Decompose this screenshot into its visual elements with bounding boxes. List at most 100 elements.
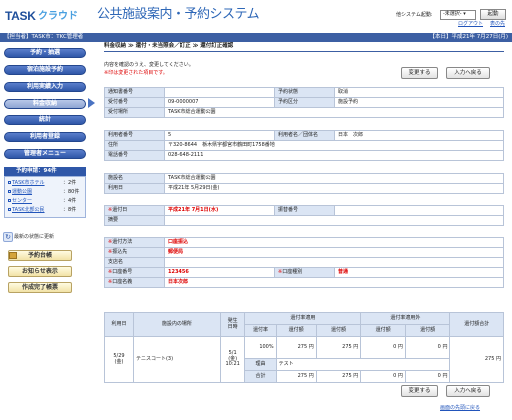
- receipt-no-label: 受付番号: [104, 97, 165, 108]
- pending-requests-list: TASK市ホテル ：2件 運動公園 ：80件 センター ：4件 TASK北部公民 ：8件: [4, 176, 86, 218]
- reservation-type-label: 予約区分: [274, 97, 335, 108]
- pending-item-icon: [8, 199, 11, 202]
- calendar-icon: [9, 252, 17, 259]
- receipt-place-value: TASK市総合運動公園: [164, 107, 504, 118]
- user-info-table: 利用者番号 5 利用者名／団体名 日本 次郎 住所 〒320-8644 栃木県宇…: [104, 130, 504, 161]
- refresh-icon[interactable]: ↻: [3, 232, 13, 242]
- col-usage-date: 利用日: [104, 312, 134, 337]
- remark-value: [164, 215, 504, 226]
- menu-fee-collection[interactable]: 料金収納: [4, 99, 86, 109]
- table-top-link[interactable]: 表の先: [490, 21, 505, 28]
- sum-label: 合計: [244, 370, 277, 383]
- col-rate: 還付率: [244, 324, 277, 337]
- account-name-value: 日本次郎: [164, 277, 504, 288]
- row-occurrence-line3: 10:21: [225, 361, 240, 368]
- receipt-no-value: 09-0000007: [164, 97, 275, 108]
- other-system-select[interactable]: -未選択- ▾: [440, 10, 476, 20]
- account-no-label-text: 口座番号: [112, 268, 133, 275]
- current-user: 【担当者】TASK市：TKC管理者: [4, 34, 84, 40]
- pending-item-count: ：4件: [63, 198, 77, 204]
- bank-value: 郵便局: [164, 247, 504, 258]
- facility-value: TASK市総合運動公園: [164, 173, 504, 184]
- menu-user-registration[interactable]: 利用者登録: [4, 132, 86, 142]
- change-button[interactable]: 変更する: [401, 67, 438, 79]
- reason-value: テスト: [275, 358, 451, 371]
- facility-label: 施設名: [104, 173, 165, 184]
- branch-label: 支店名: [104, 257, 165, 268]
- menu-usage-input[interactable]: 利用実績入力: [4, 82, 86, 92]
- notice-no-label: 通知書番号: [104, 87, 165, 98]
- change-button-bottom[interactable]: 変更する: [401, 385, 438, 397]
- completed-forms-button[interactable]: 作成完了帳票: [8, 282, 72, 293]
- user-no-value: 5: [164, 130, 275, 141]
- breadcrumb-current: 還付訂正確認: [200, 43, 234, 49]
- account-no-label: ※口座番号: [104, 267, 165, 278]
- user-name-value: 日本 次郎: [334, 130, 504, 141]
- row-refund-amount-na: 0 円: [360, 336, 406, 359]
- back-to-input-button[interactable]: 入力へ戻る: [446, 67, 490, 79]
- pending-item[interactable]: TASK市ホテル ：2件: [8, 180, 84, 187]
- sum-amount: 275 円: [315, 370, 362, 383]
- back-to-top-link[interactable]: 画面の先頭に戻る: [440, 405, 480, 412]
- branch-value: [164, 257, 504, 268]
- pending-requests-title: 予約申請：94件: [4, 167, 86, 176]
- pending-item-name[interactable]: センター: [12, 198, 32, 204]
- refund-date-table: ※還付日 平成21年 7月1日(水) 振替番号 摘要: [104, 205, 504, 226]
- facility-info-table: 施設名 TASK市総合運動公園 利用日 平成21年 5月29日(金): [104, 173, 504, 194]
- bank-label-text: 振込先: [112, 248, 128, 255]
- row-refund-amount: 275 円: [275, 336, 317, 359]
- breadcrumb: 料金収納 ≫ 還付・未当照会／訂正 ≫ 還付訂正確認: [104, 43, 233, 49]
- remark-label: 摘要: [104, 215, 165, 226]
- reason-label: 理由: [244, 358, 277, 371]
- row-amount: 275 円: [315, 336, 362, 359]
- menu-admin[interactable]: 管理者メニュー: [4, 149, 86, 159]
- notice-display-button[interactable]: お知らせ表示: [8, 266, 72, 277]
- sum-amount-na: 0 円: [404, 370, 451, 383]
- pending-item[interactable]: センター ：4件: [8, 198, 84, 205]
- pending-item-name[interactable]: 運動公園: [12, 189, 32, 195]
- pending-item-count: ：2件: [63, 180, 77, 186]
- pending-item-icon: [8, 190, 11, 193]
- pending-item-name[interactable]: TASK北部公民: [12, 207, 45, 213]
- pending-item[interactable]: 運動公園 ：80件: [8, 189, 84, 196]
- other-system-label: 他システム起動:: [396, 12, 433, 18]
- address-label: 住所: [104, 140, 165, 151]
- refund-date-label: ※還付日: [104, 205, 165, 216]
- other-system-select-value: -未選択-: [443, 11, 462, 17]
- logo-cloud: クラウド: [38, 11, 78, 22]
- task-cloud-logo: TASK クラウド: [5, 9, 93, 25]
- refund-date-label-text: 還付日: [112, 206, 128, 213]
- breadcrumb-divider: [104, 51, 504, 52]
- pending-item-name[interactable]: TASK市ホテル: [12, 180, 45, 186]
- bank-label: ※振込先: [104, 247, 165, 258]
- account-type-label-text: 口座種別: [282, 268, 303, 275]
- system-title: 公共施設案内・予約システム: [97, 7, 260, 22]
- breadcrumb-separator: ≫: [127, 43, 134, 49]
- row-occurrence: 5/1 (金) 10:21: [219, 336, 246, 383]
- pending-item-count: ：8件: [63, 207, 77, 213]
- refresh-link[interactable]: 最新の状態に更新: [14, 234, 54, 241]
- breadcrumb-item[interactable]: 還付・未当照会／訂正: [136, 43, 191, 49]
- account-type-value: 普通: [334, 267, 504, 278]
- breadcrumb-item[interactable]: 料金収納: [104, 43, 126, 49]
- menu-statistics[interactable]: 統計: [4, 115, 86, 125]
- account-type-label: ※口座種別: [274, 267, 335, 278]
- refund-method-table: ※還付方法 口座振込 ※振込先 郵便局 支店名 ※口座番号 123456 ※口座…: [104, 237, 504, 288]
- logout-link[interactable]: ログアウト: [458, 21, 483, 28]
- menu-reservation-lottery[interactable]: 予約・抽選: [4, 48, 86, 58]
- sum-refund-amount-na: 0 円: [360, 370, 406, 383]
- transfer-no-value: [334, 205, 504, 216]
- col-amount: 還付額: [315, 324, 362, 337]
- menu-lodging-reservation[interactable]: 宿泊施設予約: [4, 65, 86, 75]
- pending-item[interactable]: TASK北部公民 ：8件: [8, 207, 84, 214]
- col-refund-amount: 還付額: [275, 324, 317, 337]
- breadcrumb-separator: ≫: [192, 43, 199, 49]
- reservation-status-label: 予約状態: [274, 87, 335, 98]
- instruction-text: 内容を確認のうえ、変更してください。: [104, 62, 194, 68]
- reservation-status-value: 取消: [334, 87, 504, 98]
- back-to-input-button-bottom[interactable]: 入力へ戻る: [446, 385, 490, 397]
- reservation-ledger-button[interactable]: 予約台帳: [8, 250, 72, 261]
- user-no-label: 利用者番号: [104, 130, 165, 141]
- row-refund-total: 275 円: [449, 336, 504, 383]
- start-system-button[interactable]: 起動: [480, 9, 506, 20]
